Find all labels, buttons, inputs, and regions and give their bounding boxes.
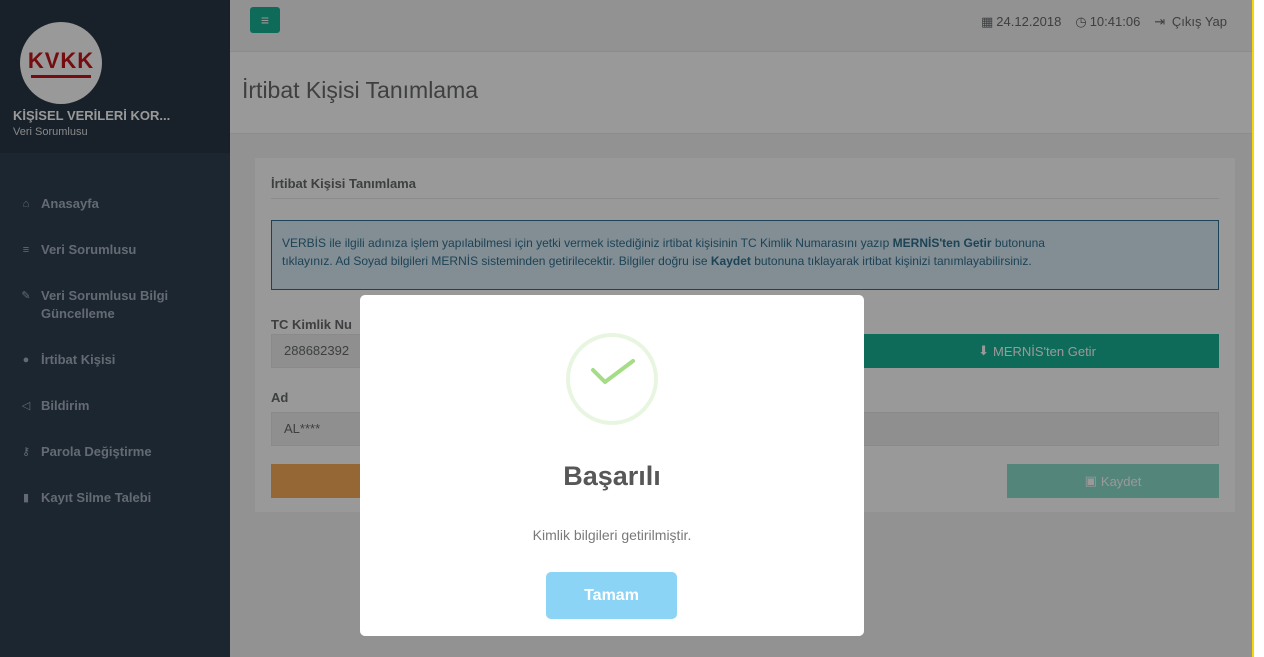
right-edge bbox=[1252, 0, 1264, 657]
success-modal: Başarılı Kimlik bilgileri getirilmiştir.… bbox=[360, 295, 864, 636]
modal-message: Kimlik bilgileri getirilmiştir. bbox=[532, 527, 692, 543]
ok-button[interactable]: Tamam bbox=[546, 572, 677, 619]
checkmark-icon bbox=[591, 359, 635, 384]
modal-title: Başarılı bbox=[563, 461, 661, 491]
success-icon bbox=[566, 333, 658, 425]
